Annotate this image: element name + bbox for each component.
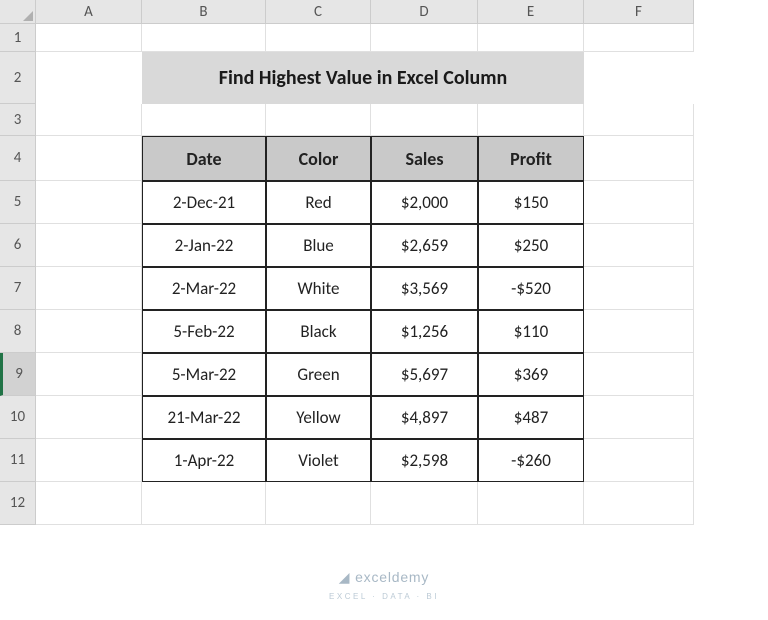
table-header[interactable]: Color [266, 136, 371, 181]
table-cell[interactable]: White [266, 267, 371, 310]
table-cell[interactable]: $1,256 [371, 310, 478, 353]
table-cell[interactable]: Blue [266, 224, 371, 267]
row-header-6[interactable]: 6 [0, 224, 36, 267]
row-header-12[interactable]: 12 [0, 482, 36, 525]
cell-grid: Find Highest Value in Excel Column DateCo… [36, 24, 694, 525]
col-header-e[interactable]: E [478, 0, 584, 24]
cell-blank[interactable] [584, 24, 694, 52]
table-cell[interactable]: Violet [266, 439, 371, 482]
table-cell[interactable]: 1-Apr-22 [142, 439, 266, 482]
table-cell[interactable]: Yellow [266, 396, 371, 439]
watermark-logo-icon: ◢ [339, 569, 351, 585]
watermark-tagline: EXCEL · DATA · BI [329, 592, 439, 601]
select-all-corner[interactable] [0, 0, 36, 24]
table-cell[interactable]: $5,697 [371, 353, 478, 396]
table-cell[interactable]: $2,659 [371, 224, 478, 267]
table-cell[interactable]: $150 [478, 181, 584, 224]
table-header[interactable]: Profit [478, 136, 584, 181]
row-header-7[interactable]: 7 [0, 267, 36, 310]
row-header-11[interactable]: 11 [0, 439, 36, 482]
cell-blank[interactable] [266, 24, 371, 52]
col-header-f[interactable]: F [584, 0, 694, 24]
table-header[interactable]: Sales [371, 136, 478, 181]
row-header-5[interactable]: 5 [0, 181, 36, 224]
table-cell[interactable]: 2-Jan-22 [142, 224, 266, 267]
table-cell[interactable]: Green [266, 353, 371, 396]
table-cell[interactable]: 5-Mar-22 [142, 353, 266, 396]
cell-blank[interactable] [371, 24, 478, 52]
table-cell[interactable]: $3,569 [371, 267, 478, 310]
table-cell[interactable]: Red [266, 181, 371, 224]
row-header-9[interactable]: 9 [0, 353, 36, 396]
col-header-d[interactable]: D [371, 0, 478, 24]
cell-blank[interactable] [478, 24, 584, 52]
table-cell[interactable]: $2,598 [371, 439, 478, 482]
row-header-4[interactable]: 4 [0, 136, 36, 181]
col-header-c[interactable]: C [266, 0, 371, 24]
table-cell[interactable]: -$520 [478, 267, 584, 310]
row-header-8[interactable]: 8 [0, 310, 36, 353]
watermark-brand: exceldemy [355, 569, 429, 585]
cell-blank[interactable] [36, 24, 142, 52]
table-cell[interactable]: 2-Dec-21 [142, 181, 266, 224]
row-header-2[interactable]: 2 [0, 52, 36, 104]
table-cell[interactable]: 2-Mar-22 [142, 267, 266, 310]
row-header-3[interactable]: 3 [0, 104, 36, 136]
table-cell[interactable]: 5-Feb-22 [142, 310, 266, 353]
table-cell[interactable]: $369 [478, 353, 584, 396]
title-cell[interactable]: Find Highest Value in Excel Column [142, 52, 584, 104]
spreadsheet: ABCDEF 123456789101112 Find Highest Valu… [0, 0, 768, 620]
table-cell[interactable]: $4,897 [371, 396, 478, 439]
row-header-col: 123456789101112 [0, 24, 36, 525]
table-cell[interactable]: $110 [478, 310, 584, 353]
column-header-row: ABCDEF [36, 0, 694, 24]
col-header-b[interactable]: B [142, 0, 266, 24]
table-cell[interactable]: $487 [478, 396, 584, 439]
col-header-a[interactable]: A [36, 0, 142, 24]
table-cell[interactable]: -$260 [478, 439, 584, 482]
table-cell[interactable]: $250 [478, 224, 584, 267]
row-header-10[interactable]: 10 [0, 396, 36, 439]
watermark: ◢ exceldemy EXCEL · DATA · BI [0, 569, 768, 602]
table-cell[interactable]: 21-Mar-22 [142, 396, 266, 439]
table-header[interactable]: Date [142, 136, 266, 181]
table-cell[interactable]: Black [266, 310, 371, 353]
table-cell[interactable]: $2,000 [371, 181, 478, 224]
row-header-1[interactable]: 1 [0, 24, 36, 52]
cell-blank[interactable] [142, 24, 266, 52]
